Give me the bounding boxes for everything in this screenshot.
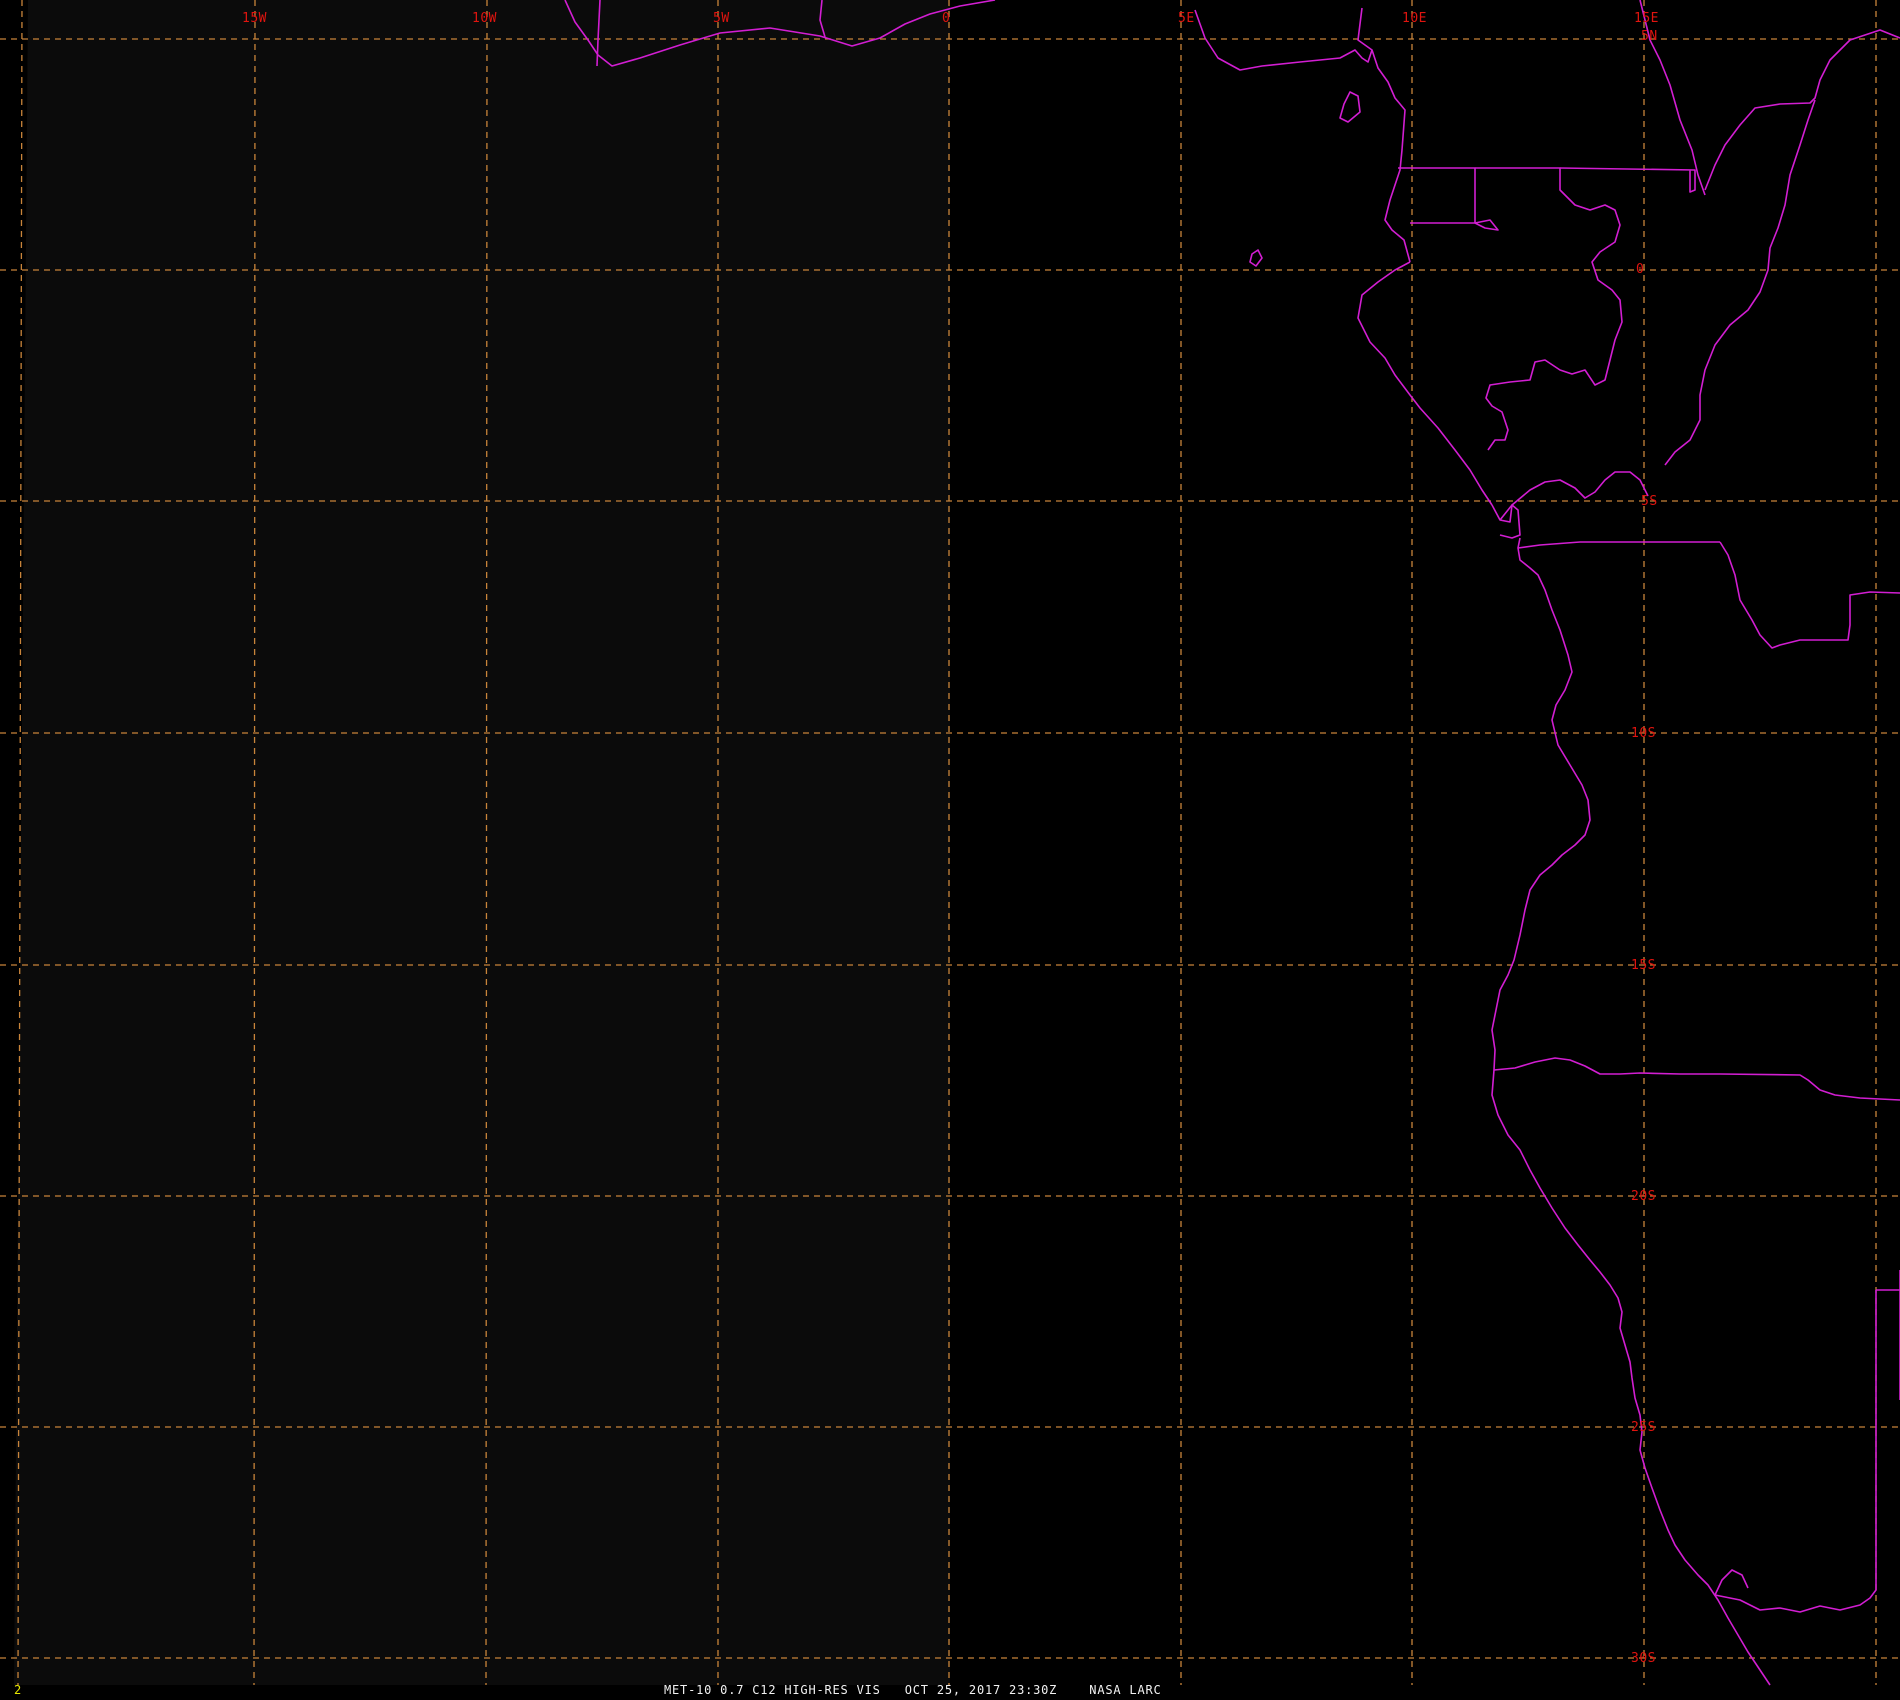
frame-number: 2: [14, 1683, 22, 1697]
angola-coast: [1491, 537, 1591, 1071]
lat-label-30s: 30S: [1631, 1651, 1656, 1666]
south-africa-west-coast-notch: [1714, 1569, 1749, 1596]
congo-border: [1559, 167, 1696, 193]
lon-label-15w: 15W: [242, 11, 267, 26]
lat-label-10s: 10S: [1631, 726, 1656, 741]
image-footer: 2 MET-10 0.7 C12 HIGH-RES VIS OCT 25, 20…: [0, 1683, 1900, 1700]
lat-label-20s: 20S: [1631, 1189, 1656, 1204]
lat-label-5n: 5N: [1641, 29, 1658, 44]
angola-drc-border: [1719, 541, 1900, 649]
eq-guinea-border: [1398, 167, 1476, 224]
orange-river-border: [1714, 1578, 1877, 1613]
gabon-border: [1474, 219, 1499, 231]
image-caption: MET-10 0.7 C12 HIGH-RES VIS OCT 25, 2017…: [664, 1683, 1162, 1697]
lon-label-10e: 10E: [1402, 11, 1427, 26]
lon-label-15e: 15E: [1634, 11, 1659, 26]
sao-tome-island: [1249, 249, 1263, 267]
lon-label-5e: 5E: [1178, 11, 1195, 26]
angola-north-border: [1517, 541, 1720, 549]
lat-label-15s: 15S: [1631, 958, 1656, 973]
satellite-map[interactable]: 15W 10W 5W 0 5E 10E 15E 5N 0 5S 10S 15S …: [0, 0, 1900, 1700]
cabinda-border: [1491, 471, 1649, 523]
lon-label-5w: 5W: [713, 11, 730, 26]
gabon-coast: [1357, 261, 1493, 506]
drc-west-border: [1664, 99, 1816, 466]
coastline-cameroon: [1371, 49, 1411, 263]
lat-label-25s: 25S: [1631, 1420, 1656, 1435]
lat-label-0: 0: [1636, 262, 1644, 277]
angola-namibia-border: [1493, 1057, 1900, 1101]
namibia-coast: [1491, 1069, 1771, 1686]
bioko-island: [1339, 91, 1361, 123]
lat-label-5s: 5S: [1641, 494, 1658, 509]
lon-label-0: 0: [942, 11, 950, 26]
no-data-region: [0, 0, 950, 1685]
car-south-border: [1704, 29, 1900, 191]
lon-label-10w: 10W: [472, 11, 497, 26]
cameroon-gabon-border: [1475, 167, 1623, 451]
